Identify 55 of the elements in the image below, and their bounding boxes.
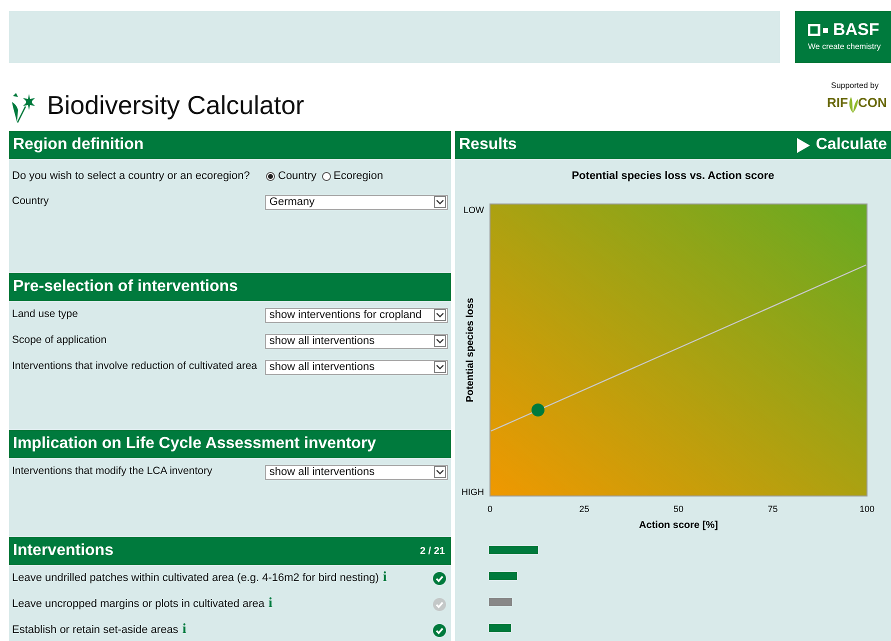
y-axis-title: Potential species loss [465, 298, 476, 402]
radio-button[interactable] [322, 172, 331, 180]
radio-option[interactable]: Ecoregion [322, 168, 384, 184]
section-title: Pre-selection of interventions [13, 277, 238, 297]
supporter-logo: RIF CON [827, 93, 891, 112]
field-label: Do you wish to select a country or an ecoregion? [12, 168, 251, 184]
chevron-down-icon [434, 335, 446, 347]
check-icon[interactable] [433, 598, 446, 610]
y-axis-top-label: LOW [463, 205, 484, 215]
radio-button[interactable] [266, 172, 275, 180]
x-tick-label: 50 [674, 504, 684, 514]
dropdown-field[interactable]: show all interventions [265, 360, 448, 374]
radio-option[interactable]: Country [266, 168, 317, 184]
field-label: Land use type [12, 307, 79, 322]
chart-title: Potential species loss vs. Action score [572, 170, 774, 182]
x-axis-title: Action score [%] [639, 520, 718, 531]
field-label: Interventions that involve reduction of cultivated area [12, 359, 258, 374]
check-icon[interactable] [433, 624, 446, 636]
score-marker [532, 404, 544, 416]
section-title: Region definition [13, 135, 144, 155]
x-tick-label: 75 [768, 504, 778, 514]
section-title: Interventions [13, 541, 114, 561]
app-title: Biodiversity Calculator [47, 89, 304, 122]
x-tick-label: 100 [859, 504, 875, 514]
leaf-icon [848, 96, 858, 112]
intervention-label: Leave uncropped margins or plots in cultivated area [12, 596, 265, 612]
dropdown-field[interactable]: show all interventions [265, 464, 448, 480]
dropdown-field[interactable]: show interventions for cropland [265, 308, 448, 322]
supporter-label: Supported by [831, 80, 880, 92]
field-label: Scope of application [12, 333, 108, 348]
section-title: Results [459, 135, 517, 155]
logo-tagline: We create chemistry [808, 41, 882, 53]
selection-count: 2 / 21 [420, 544, 445, 558]
chevron-down-icon [434, 309, 446, 321]
calculate-button[interactable]: Calculate [796, 133, 887, 157]
logo-squares-icon [808, 24, 830, 36]
y-axis-bottom-label: HIGH [462, 487, 484, 497]
chevron-down-icon [434, 196, 446, 208]
intervention-label: Establish or retain set-aside areas [12, 622, 178, 638]
field-label: Country [12, 194, 50, 210]
info-icon[interactable]: i [268, 597, 272, 611]
field-label: Interventions that modify the LCA inventory [12, 464, 214, 480]
section-title: Implication on Life Cycle Assessment inventory [13, 434, 376, 454]
intervention-label: Leave undrilled patches within cultivated area (e.g. 4-16m2 for bird nesting) [12, 570, 379, 586]
info-icon[interactable]: i [182, 623, 186, 637]
x-tick-label: 0 [488, 504, 492, 514]
chevron-down-icon [434, 466, 446, 478]
dropdown-field[interactable]: Germany [265, 194, 448, 210]
dropdown-field[interactable]: show all interventions [265, 334, 448, 348]
check-icon[interactable] [433, 572, 446, 584]
logo-text: BASF [833, 21, 880, 38]
play-icon [796, 138, 810, 152]
x-tick-label: 25 [579, 504, 590, 514]
info-icon[interactable]: i [382, 571, 387, 585]
chevron-down-icon [434, 361, 446, 373]
